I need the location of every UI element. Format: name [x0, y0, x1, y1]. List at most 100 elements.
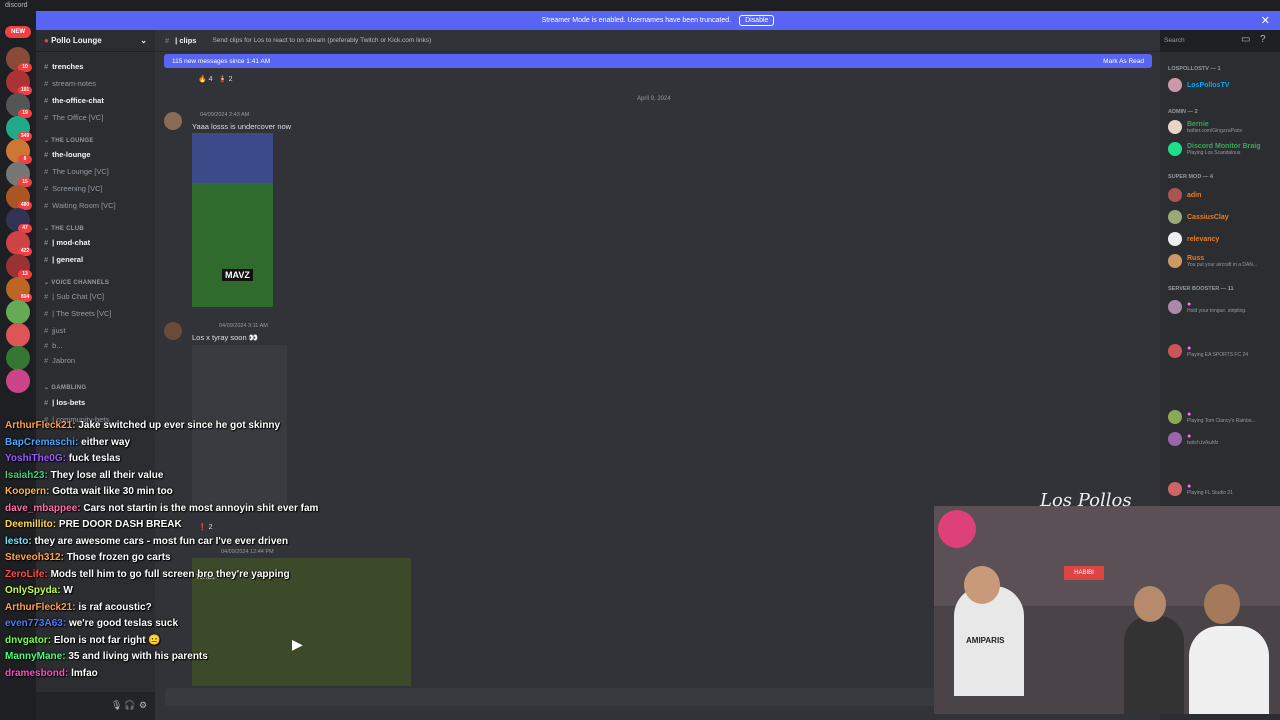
server-icon[interactable] — [6, 369, 30, 393]
channel-item[interactable]: # b... — [44, 341, 63, 350]
member-item[interactable]: ● twitch.tv/kuhfz — [1168, 432, 1218, 446]
close-icon[interactable]: ✕ — [1261, 14, 1270, 27]
member-item[interactable]: ● Playing EA SPORTS FC 24 — [1168, 344, 1248, 358]
channel-item[interactable]: # Screening [VC] — [44, 184, 103, 193]
member-item[interactable]: CassiusClay — [1168, 210, 1229, 224]
video-attachment[interactable]: MAVZ — [192, 133, 273, 307]
channel-category[interactable]: ⌄ VOICE CHANNELS — [44, 279, 109, 286]
mark-as-read-button[interactable]: Mark As Read — [1103, 58, 1144, 65]
channel-label: trenches — [52, 62, 84, 71]
new-badge[interactable]: NEW — [5, 26, 31, 38]
disable-streamer-mode-button[interactable]: Disable — [739, 15, 775, 26]
member-status: Playing Los Scandalous — [1187, 149, 1241, 156]
stream-chat-message: dave_mbappee: Cars not startin is the mo… — [5, 503, 318, 514]
chat-username: Deemillito: — [5, 519, 59, 530]
reaction-3[interactable]: ❗ 2 — [198, 523, 213, 531]
reaction-1[interactable]: 🔥 4 — [198, 75, 213, 83]
date-separator: April 9, 2024 — [637, 96, 671, 102]
play-icon[interactable]: ▶ — [292, 636, 303, 653]
headphones-icon[interactable]: 🎧 — [124, 700, 135, 711]
channel-label: the-office-chat — [52, 96, 104, 105]
chat-text: Cars not startin is the most annoyin shi… — [83, 502, 319, 514]
avatar — [1168, 232, 1182, 246]
channel-item[interactable]: # The Office [VC] — [44, 113, 103, 122]
chat-text: we're good teslas suck — [68, 618, 179, 629]
search-input[interactable]: Search — [1160, 34, 1230, 48]
help-icon[interactable]: ? — [1260, 34, 1266, 45]
channel-label: Jabron — [52, 356, 76, 365]
channel-item[interactable]: # The Lounge [VC] — [44, 167, 109, 176]
stream-chat-message: lesto: they are awesome cars - most fun … — [5, 536, 288, 547]
channel-item[interactable]: # the-lounge — [44, 150, 91, 159]
channel-item[interactable]: # stream-notes — [44, 79, 96, 88]
chat-username: MannyMane: — [5, 651, 69, 662]
member-item[interactable]: ● Playing FL Studio 21 — [1168, 482, 1233, 496]
chat-text: is raf acoustic? — [78, 601, 152, 613]
member-status: Playing EA SPORTS FC 24 — [1187, 351, 1249, 358]
channel-item[interactable]: # | The Streets [VC] — [44, 309, 112, 318]
channel-topic[interactable]: Send clips for Los to react to on stream… — [212, 37, 431, 44]
member-item[interactable]: ● Hold your tongue. stripling. — [1168, 300, 1246, 314]
hashtag-icon: # — [165, 36, 170, 45]
new-messages-bar[interactable]: 115 new messages since 1:41 AM Mark As R… — [164, 54, 1152, 68]
inbox-icon[interactable]: ▭ — [1241, 34, 1250, 45]
hashtag-icon: # — [44, 167, 49, 176]
member-status: Hold your tongue. stripling. — [1187, 307, 1247, 314]
channel-logo-text: Los Pollos — [1040, 490, 1132, 511]
server-icon[interactable] — [6, 346, 30, 370]
member-item[interactable]: Discord Monitor Braig Playing Los Scandal… — [1168, 142, 1261, 156]
avatar[interactable] — [164, 322, 182, 340]
member-item[interactable]: Bernie twitter.com/GingzzaParis — [1168, 120, 1242, 134]
channel-item[interactable]: # Waiting Room [VC] — [44, 201, 116, 210]
store-sign: HABIBI — [1064, 566, 1104, 580]
reaction-2[interactable]: 🧯 2 — [218, 75, 233, 83]
channel-label: | Sub Chat [VC] — [52, 292, 105, 301]
chat-username: Isaiah23: — [5, 469, 51, 481]
stream-chat-message: ZeroLife: Mods tell him to go full scree… — [5, 569, 290, 580]
member-name: LosPollosTV — [1187, 81, 1230, 89]
avatar[interactable] — [164, 112, 182, 130]
channel-category[interactable]: ⌄ THE CLUB — [44, 225, 84, 232]
chevron-down-icon[interactable]: ⌄ — [140, 36, 147, 45]
user-panel: 🎙 🎧 ⚙ — [36, 692, 155, 720]
channel-item[interactable]: # Jabron — [44, 356, 75, 365]
streamer-mode-banner: Streamer Mode is enabled. Usernames have… — [36, 11, 1280, 30]
channel-item[interactable]: # | los-bets — [44, 398, 85, 407]
member-item[interactable]: adin — [1168, 188, 1201, 202]
neon-sign — [938, 510, 976, 548]
channel-category[interactable]: ⌄ GAMBLING — [44, 384, 86, 391]
server-header[interactable]: ● Pollo Lounge ⌄ — [36, 30, 155, 52]
channel-item[interactable]: # | general — [44, 255, 83, 264]
window-titlebar: discord — [0, 0, 1280, 11]
server-dot-icon: ● — [44, 36, 49, 45]
channel-item[interactable]: # the-office-chat — [44, 96, 104, 105]
channel-category[interactable]: ⌄ THE LOUNGE — [44, 137, 94, 144]
chat-text: Gotta wait like 30 min too — [52, 486, 173, 497]
chat-username: dramesbond: — [5, 667, 72, 679]
chat-text: 35 and living with his parents — [68, 651, 208, 662]
channel-item[interactable]: # | mod-chat — [44, 238, 90, 247]
channel-item[interactable]: # trenches — [44, 62, 83, 71]
stream-chat-message: YoshiThe0G: fuck teslas — [5, 453, 120, 464]
stream-chat-message: ArthurFleck21: Jake switched up ever sin… — [5, 420, 280, 431]
channel-label: | general — [52, 255, 84, 264]
microphone-icon[interactable]: 🎙 — [111, 700, 122, 711]
member-status: You put your aircraft in a DAN... — [1187, 261, 1258, 268]
member-group-header: SUPER MOD — 4 — [1168, 174, 1213, 180]
server-name: Pollo Lounge — [51, 36, 102, 45]
member-item[interactable]: ● Playing Tom Clancy's Rainbo... — [1168, 410, 1256, 424]
member-name: Discord Monitor Braig — [1187, 142, 1261, 150]
member-item[interactable]: Russ You put your aircraft in a DAN... — [1168, 254, 1257, 268]
chat-text: either way — [81, 436, 131, 448]
gear-icon[interactable]: ⚙ — [139, 700, 147, 711]
member-item[interactable]: LosPollosTV — [1168, 78, 1229, 92]
server-icon[interactable] — [6, 300, 30, 324]
channel-item[interactable]: # jjust — [44, 326, 66, 335]
chat-text: W — [63, 585, 73, 596]
member-item[interactable]: relevancy — [1168, 232, 1219, 246]
stream-chat-message: Koopern: Gotta wait like 30 min too — [5, 486, 173, 497]
server-icon[interactable] — [6, 323, 30, 347]
message-timestamp: 04/09/2024 2:43 AM — [200, 112, 250, 118]
channel-item[interactable]: # | Sub Chat [VC] — [44, 292, 104, 301]
avatar — [1168, 120, 1182, 134]
